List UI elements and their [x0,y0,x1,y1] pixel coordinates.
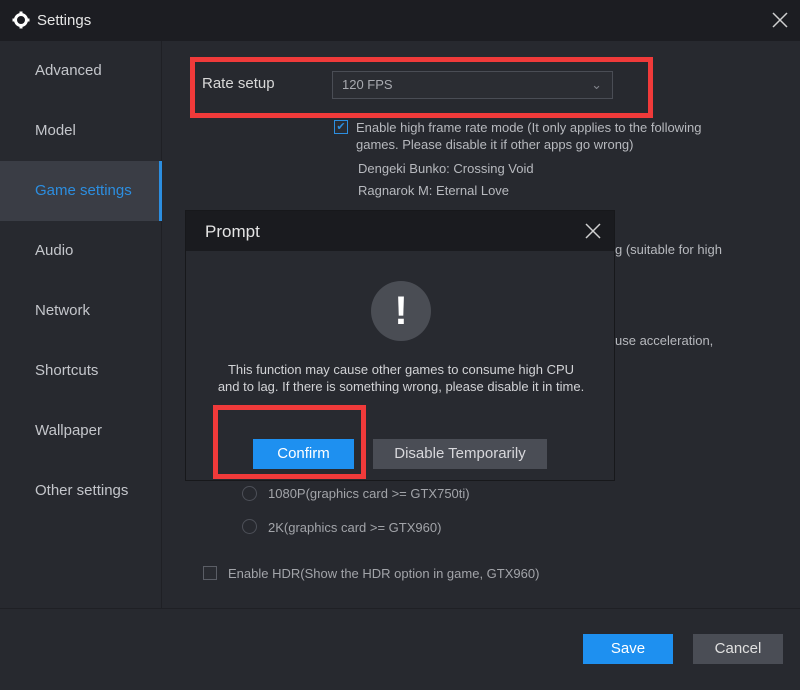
disable-temporarily-button[interactable]: Disable Temporarily [373,439,547,469]
rate-setup-value: 120 FPS [342,77,393,92]
sidebar-item-other-settings[interactable]: Other settings [0,461,162,521]
radio-1080p[interactable] [242,486,257,501]
hdr-checkbox[interactable] [203,566,217,580]
prompt-dialog: Prompt ! This function may cause other g… [185,210,615,481]
rate-setup-label: Rate setup [202,75,275,92]
sidebar-item-game-settings[interactable]: Game settings [0,161,162,221]
window-title: Settings [37,12,92,29]
chevron-down-icon: ⌄ [591,77,602,92]
high-fps-label-line2: games. Please disable it if other apps g… [356,137,634,152]
sidebar-item-audio[interactable]: Audio [0,221,162,281]
dialog-title: Prompt [205,222,260,241]
cancel-button[interactable]: Cancel [693,634,783,664]
sidebar-item-model[interactable]: Model [0,101,162,161]
background-text-fragment: g (suitable for high [615,242,722,257]
background-text-fragment: use acceleration, [615,333,714,348]
sidebar-item-wallpaper[interactable]: Wallpaper [0,401,162,461]
high-fps-label-line1: Enable high frame rate mode (It only app… [356,120,702,135]
close-icon[interactable] [584,222,602,240]
save-button[interactable]: Save [583,634,673,664]
gear-icon [12,11,30,29]
radio-2k-label: 2K(graphics card >= GTX960) [268,520,442,535]
game-list-item: Ragnarok M: Eternal Love [358,183,510,198]
radio-2k[interactable] [242,519,257,534]
rate-setup-select[interactable]: 120 FPS ⌄ [332,71,613,99]
sidebar-item-advanced[interactable]: Advanced [0,41,162,101]
high-fps-checkbox[interactable]: ✔ [334,120,348,134]
confirm-button[interactable]: Confirm [253,439,354,469]
dialog-message: This function may cause other games to c… [217,362,585,394]
hdr-label: Enable HDR(Show the HDR option in game, … [228,566,540,581]
sidebar-item-network[interactable]: Network [0,281,162,341]
exclamation-icon: ! [371,281,431,341]
footer [0,608,800,690]
sidebar: Advanced Model Game settings Audio Netwo… [0,41,162,649]
title-bar [0,0,800,41]
close-icon[interactable] [770,10,790,30]
check-icon: ✔ [336,121,346,133]
sidebar-item-shortcuts[interactable]: Shortcuts [0,341,162,401]
radio-1080p-label: 1080P(graphics card >= GTX750ti) [268,486,470,501]
game-list-item: Dengeki Bunko: Crossing Void [358,161,534,176]
